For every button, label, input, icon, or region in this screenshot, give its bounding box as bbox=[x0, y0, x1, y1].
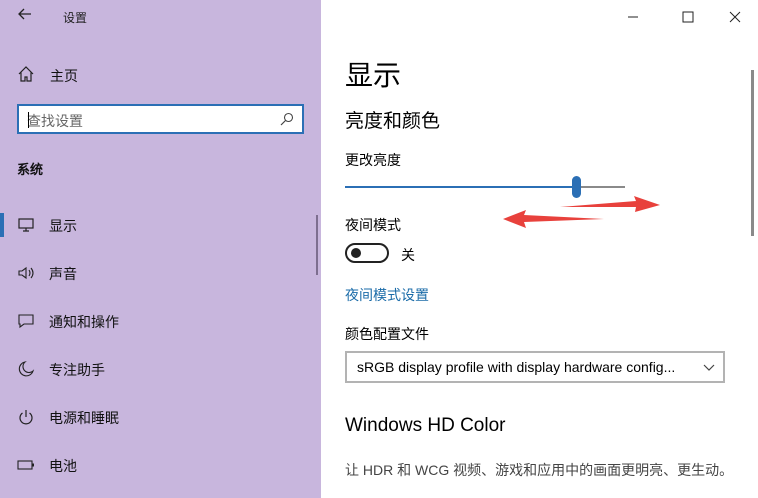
color-profile-value: sRGB display profile with display hardwa… bbox=[357, 359, 676, 375]
night-mode-toggle[interactable] bbox=[345, 243, 389, 263]
search-placeholder: 查找设置 bbox=[27, 113, 83, 129]
notification-icon bbox=[17, 313, 35, 329]
close-icon[interactable] bbox=[720, 6, 750, 28]
sidebar-item-home[interactable]: 主页 bbox=[0, 62, 321, 88]
page-title: 显示 bbox=[345, 60, 402, 91]
brightness-label: 更改亮度 bbox=[345, 152, 401, 168]
moon-icon bbox=[17, 361, 35, 377]
minimize-icon[interactable] bbox=[618, 6, 648, 28]
sidebar: 设置 主页 查找设置 系统 显示 声音 通知和操作 专注助手 电源和睡眠 电池 bbox=[0, 0, 321, 498]
sidebar-item-label: 专注助手 bbox=[49, 362, 105, 378]
home-icon bbox=[17, 65, 35, 83]
night-mode-settings-link[interactable]: 夜间模式设置 bbox=[345, 285, 429, 305]
sidebar-item-focus-assist[interactable]: 专注助手 bbox=[0, 352, 321, 386]
back-arrow-icon[interactable] bbox=[14, 6, 36, 28]
active-indicator bbox=[0, 213, 4, 237]
app-title: 设置 bbox=[63, 11, 88, 25]
color-profile-dropdown[interactable]: sRGB display profile with display hardwa… bbox=[345, 351, 725, 383]
sidebar-item-label: 通知和操作 bbox=[49, 314, 119, 330]
sidebar-item-label: 显示 bbox=[49, 218, 77, 234]
brightness-slider-track-empty[interactable] bbox=[577, 186, 625, 188]
search-icon[interactable] bbox=[280, 112, 294, 126]
power-icon bbox=[17, 409, 35, 425]
sidebar-item-label: 电池 bbox=[49, 458, 77, 474]
battery-icon bbox=[17, 457, 35, 473]
sidebar-item-sound[interactable]: 声音 bbox=[0, 256, 321, 290]
hd-color-description: 让 HDR 和 WCG 视频、游戏和应用中的画面更明亮、更生动。 bbox=[345, 462, 734, 478]
main-panel: 显示 亮度和颜色 更改亮度 夜间模式 关 夜间模式设置 颜色配置文件 sRGB … bbox=[321, 0, 758, 498]
sidebar-item-label: 电源和睡眠 bbox=[49, 410, 119, 426]
sidebar-item-display[interactable]: 显示 bbox=[0, 208, 321, 242]
sidebar-item-power[interactable]: 电源和睡眠 bbox=[0, 400, 321, 434]
monitor-icon bbox=[17, 217, 35, 233]
sidebar-scrollbar[interactable] bbox=[316, 215, 318, 275]
search-input[interactable]: 查找设置 bbox=[17, 104, 304, 134]
main-scrollbar[interactable] bbox=[751, 70, 754, 236]
sidebar-item-battery[interactable]: 电池 bbox=[0, 448, 321, 482]
hd-color-title: Windows HD Color bbox=[345, 415, 506, 436]
night-mode-state: 关 bbox=[401, 247, 415, 263]
night-mode-label: 夜间模式 bbox=[345, 217, 401, 233]
sidebar-section-title: 系统 bbox=[17, 162, 44, 177]
brightness-slider-thumb[interactable] bbox=[572, 176, 581, 198]
sidebar-item-notifications[interactable]: 通知和操作 bbox=[0, 304, 321, 338]
color-profile-label: 颜色配置文件 bbox=[345, 326, 429, 342]
sidebar-item-label: 主页 bbox=[50, 68, 78, 84]
toggle-knob bbox=[351, 248, 361, 258]
chevron-down-icon bbox=[701, 359, 717, 375]
brightness-slider-track-filled[interactable] bbox=[345, 186, 577, 188]
maximize-icon[interactable] bbox=[673, 6, 703, 28]
text-caret bbox=[28, 112, 29, 128]
brightness-group-title: 亮度和颜色 bbox=[345, 111, 441, 132]
speaker-icon bbox=[17, 265, 35, 281]
sidebar-item-label: 声音 bbox=[49, 266, 77, 282]
